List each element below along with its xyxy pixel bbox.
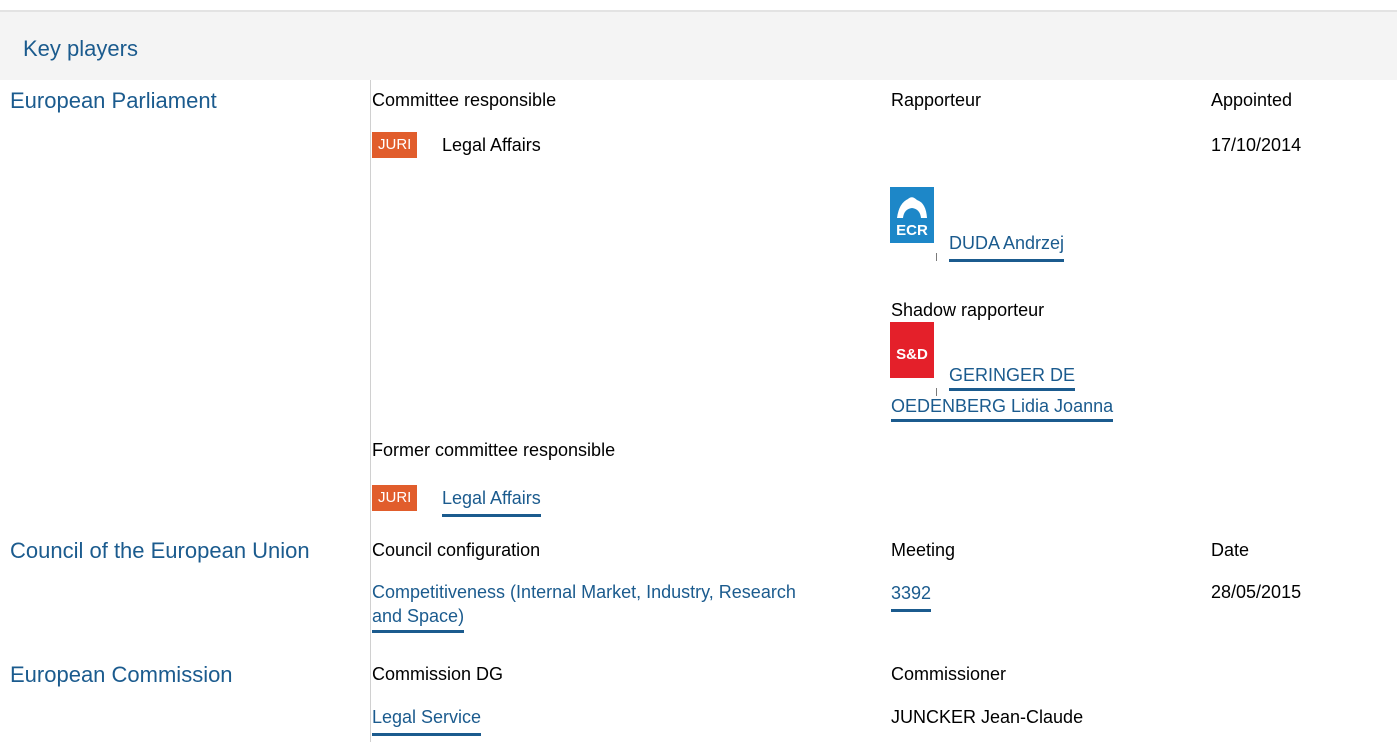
committee-name: Legal Affairs <box>442 135 541 155</box>
meeting-link[interactable]: 3392 <box>891 580 932 612</box>
council-configuration-line1[interactable]: Competitiveness (Internal Market, Indust… <box>372 580 796 604</box>
rapporteur-link[interactable]: DUDA Andrzej <box>949 230 1065 262</box>
header-council-configuration: Council configuration <box>372 540 541 560</box>
panel-title: Key players <box>23 36 138 61</box>
logo-tick <box>936 253 937 261</box>
header-commission-dg: Commission DG <box>372 664 504 684</box>
council-date: 28/05/2015 <box>1211 582 1302 602</box>
column-divider <box>370 80 371 742</box>
ecr-logo-icon: ECR <box>890 187 934 243</box>
institution-commission: European Commission <box>10 662 233 687</box>
appointed-date: 17/10/2014 <box>1211 135 1302 155</box>
svg-text:ECR: ECR <box>896 222 928 239</box>
header-rapporteur: Rapporteur <box>891 90 982 110</box>
header-date: Date <box>1211 540 1250 560</box>
commission-dg-link[interactable]: Legal Service <box>372 704 482 736</box>
shadow-rapporteur-label: Shadow rapporteur <box>891 300 1045 320</box>
shadow-rapporteur-link[interactable]: GERINGER DE OEDENBERG Lidia Joanna <box>891 360 1191 422</box>
committee-badge: JURI <box>372 132 418 158</box>
council-configuration-link[interactable]: Competitiveness (Internal Market, Indust… <box>372 580 796 633</box>
institution-council: Council of the European Union <box>10 538 310 563</box>
shadow-rapporteur-name-line1[interactable]: GERINGER DE <box>949 362 1076 391</box>
shadow-rapporteur-name-line2[interactable]: OEDENBERG Lidia Joanna <box>891 393 1114 422</box>
panel-header: Key players <box>0 10 1397 80</box>
former-committee-badge: JURI <box>372 485 418 511</box>
header-appointed: Appointed <box>1211 90 1293 110</box>
former-committee-label: Former committee responsible <box>372 440 616 460</box>
header-commissioner: Commissioner <box>891 664 1007 684</box>
commissioner-name: JUNCKER Jean-Claude <box>891 707 1084 727</box>
institution-european-parliament: European Parliament <box>10 88 217 113</box>
council-configuration-line2[interactable]: and Space) <box>372 604 465 633</box>
former-committee-link[interactable]: Legal Affairs <box>442 485 541 517</box>
header-meeting: Meeting <box>891 540 956 560</box>
header-committee-responsible: Committee responsible <box>372 90 557 110</box>
